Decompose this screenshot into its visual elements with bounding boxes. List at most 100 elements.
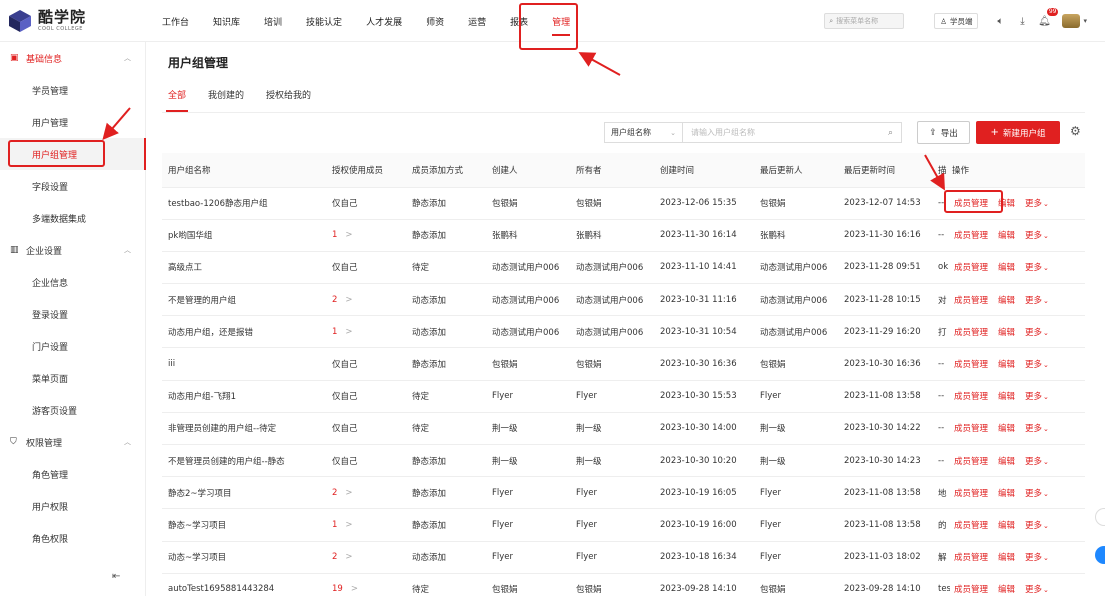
col-header-desc: 描 [938,153,950,188]
cell-owner: 动态测试用户006 [570,283,654,317]
edit-link[interactable]: 编辑 [998,585,1015,595]
sidebar-item-portal-settings[interactable]: 门户设置 [0,330,145,362]
cell-auth[interactable]: 19 > [326,573,406,596]
edit-link[interactable]: 编辑 [998,263,1015,273]
more-dropdown[interactable]: 更多 [1025,457,1049,467]
cell-auth[interactable]: 1 > [326,315,406,349]
more-dropdown[interactable]: 更多 [1025,585,1049,595]
cell-auth[interactable]: 2 > [326,283,406,317]
download-icon[interactable]: ⤓ [1014,13,1030,29]
more-dropdown[interactable]: 更多 [1025,263,1049,273]
member-mgmt-link[interactable]: 成员管理 [954,263,988,273]
sidebar-item-role-permissions[interactable]: 角色权限 [0,522,145,554]
cell-auth[interactable]: 1 > [326,219,406,252]
member-mgmt-link[interactable]: 成员管理 [954,424,988,434]
sidebar-item-login-settings[interactable]: 登录设置 [0,298,145,330]
avatar[interactable] [1062,14,1081,28]
edit-link[interactable]: 编辑 [998,521,1015,531]
more-dropdown[interactable]: 更多 [1025,296,1049,306]
member-mgmt-link[interactable]: 成员管理 [954,457,988,467]
tab-created-by-me[interactable]: 我创建的 [202,90,250,112]
more-dropdown[interactable]: 更多 [1025,489,1049,499]
edit-link[interactable]: 编辑 [998,553,1015,563]
sidebar: ▣ 基础信息 ︿ 学员管理 用户管理 用户组管理 字段设置 多端数据集成 ▥ 企… [0,42,146,596]
search-icon[interactable]: ⌕ [888,128,893,138]
cell-created: 2023-10-31 11:16 [654,283,754,317]
speaker-icon[interactable]: 🔈︎ [992,13,1008,29]
member-mgmt-link[interactable]: 成员管理 [954,360,988,370]
cell-updater: Flyer [754,541,838,574]
cell-method: 静态添加 [406,347,486,381]
cell-ops: 成员管理 编辑 更多 [950,251,1085,285]
chevron-down-icon[interactable]: ▾ [1083,17,1087,25]
cell-name: testbao-1206静态用户组 [162,187,326,220]
nav-workbench[interactable]: 工作台 [150,0,201,42]
sidebar-item-user-permissions[interactable]: 用户权限 [0,490,145,522]
member-mgmt-link[interactable]: 成员管理 [954,553,988,563]
more-dropdown[interactable]: 更多 [1025,424,1049,434]
more-dropdown[interactable]: 更多 [1025,392,1049,402]
cell-auth[interactable]: 2 > [326,476,406,510]
member-mgmt-link[interactable]: 成员管理 [954,489,988,499]
edit-link[interactable]: 编辑 [998,424,1015,434]
cell-desc: -- [938,412,950,446]
sidebar-item-menu-pages[interactable]: 菜单页面 [0,362,145,394]
table-row: 静态2~学习项目 2 > 静态添加 Flyer Flyer 2023-10-19 16:05… [162,476,1085,510]
logo[interactable]: 酷学院 COOL COLLEGE [8,8,148,34]
cell-updater: Flyer [754,476,838,510]
sidebar-group-permissions[interactable]: ⛉ 权限管理 ︿ [0,426,145,458]
edit-link[interactable]: 编辑 [998,392,1015,402]
cell-auth[interactable]: 2 > [326,541,406,574]
nav-knowledge[interactable]: 知识库 [201,0,252,42]
new-usergroup-button[interactable]: + 新建用户组 [976,121,1060,144]
cell-owner: Flyer [570,380,654,413]
member-mgmt-link[interactable]: 成员管理 [954,392,988,402]
sidebar-item-user-mgmt[interactable]: 用户管理 [0,106,145,138]
more-dropdown[interactable]: 更多 [1025,199,1049,209]
usergroup-search-placeholder: 请输入用户组名称 [691,128,755,137]
sidebar-group-basic-info[interactable]: ▣ 基础信息 ︿ [0,42,145,74]
member-mgmt-link[interactable]: 成员管理 [954,521,988,531]
edit-link[interactable]: 编辑 [998,457,1015,467]
sidebar-item-enterprise-info[interactable]: 企业信息 [0,266,145,298]
sidebar-item-field-settings[interactable]: 字段设置 [0,170,145,202]
more-dropdown[interactable]: 更多 [1025,521,1049,531]
edit-link[interactable]: 编辑 [998,489,1015,499]
usergroup-search-input[interactable]: 请输入用户组名称 ⌕ [682,122,902,143]
member-mgmt-link[interactable]: 成员管理 [954,231,988,241]
edit-link[interactable]: 编辑 [998,360,1015,370]
edit-link[interactable]: 编辑 [998,231,1015,241]
sidebar-item-data-integration[interactable]: 多端数据集成 [0,202,145,234]
nav-skill-cert[interactable]: 技能认定 [294,0,354,42]
student-portal-button[interactable]: ♙ 学员端 [934,13,979,29]
collapse-sidebar-icon[interactable]: ⇤ [112,571,120,582]
filter-field-select[interactable]: 用户组名称 ⌄ [604,122,682,143]
sidebar-group-enterprise[interactable]: ▥ 企业设置 ︿ [0,234,145,266]
more-dropdown[interactable]: 更多 [1025,328,1049,338]
sidebar-item-role-mgmt[interactable]: 角色管理 [0,458,145,490]
nav-teachers[interactable]: 师资 [414,0,456,42]
more-dropdown[interactable]: 更多 [1025,553,1049,563]
nav-talent[interactable]: 人才发展 [354,0,414,42]
tab-authorized-to-me[interactable]: 授权给我的 [260,90,317,112]
more-dropdown[interactable]: 更多 [1025,360,1049,370]
export-button[interactable]: ⇪ 导出 [917,121,970,144]
bell-icon[interactable]: 🔔︎ 99 [1036,8,1059,29]
cell-creator: 包银娟 [486,187,570,220]
edit-link[interactable]: 编辑 [998,328,1015,338]
member-mgmt-link[interactable]: 成员管理 [954,585,988,595]
more-dropdown[interactable]: 更多 [1025,231,1049,241]
member-mgmt-link[interactable]: 成员管理 [954,296,988,306]
nav-training[interactable]: 培训 [252,0,294,42]
cell-creator: 动态测试用户006 [486,251,570,285]
cell-auth[interactable]: 1 > [326,508,406,542]
menu-search-input[interactable]: ⌕ 搜索菜单名称 [824,13,905,29]
gear-icon[interactable]: ⚙ [1070,124,1081,138]
member-mgmt-link[interactable]: 成员管理 [954,328,988,338]
edit-link[interactable]: 编辑 [998,296,1015,306]
sidebar-item-guest-page[interactable]: 游客页设置 [0,394,145,426]
auth-count-link[interactable]: 19 [332,584,343,594]
tab-all[interactable]: 全部 [162,90,192,112]
sidebar-item-student-mgmt[interactable]: 学员管理 [0,74,145,106]
nav-operations[interactable]: 运营 [456,0,498,42]
